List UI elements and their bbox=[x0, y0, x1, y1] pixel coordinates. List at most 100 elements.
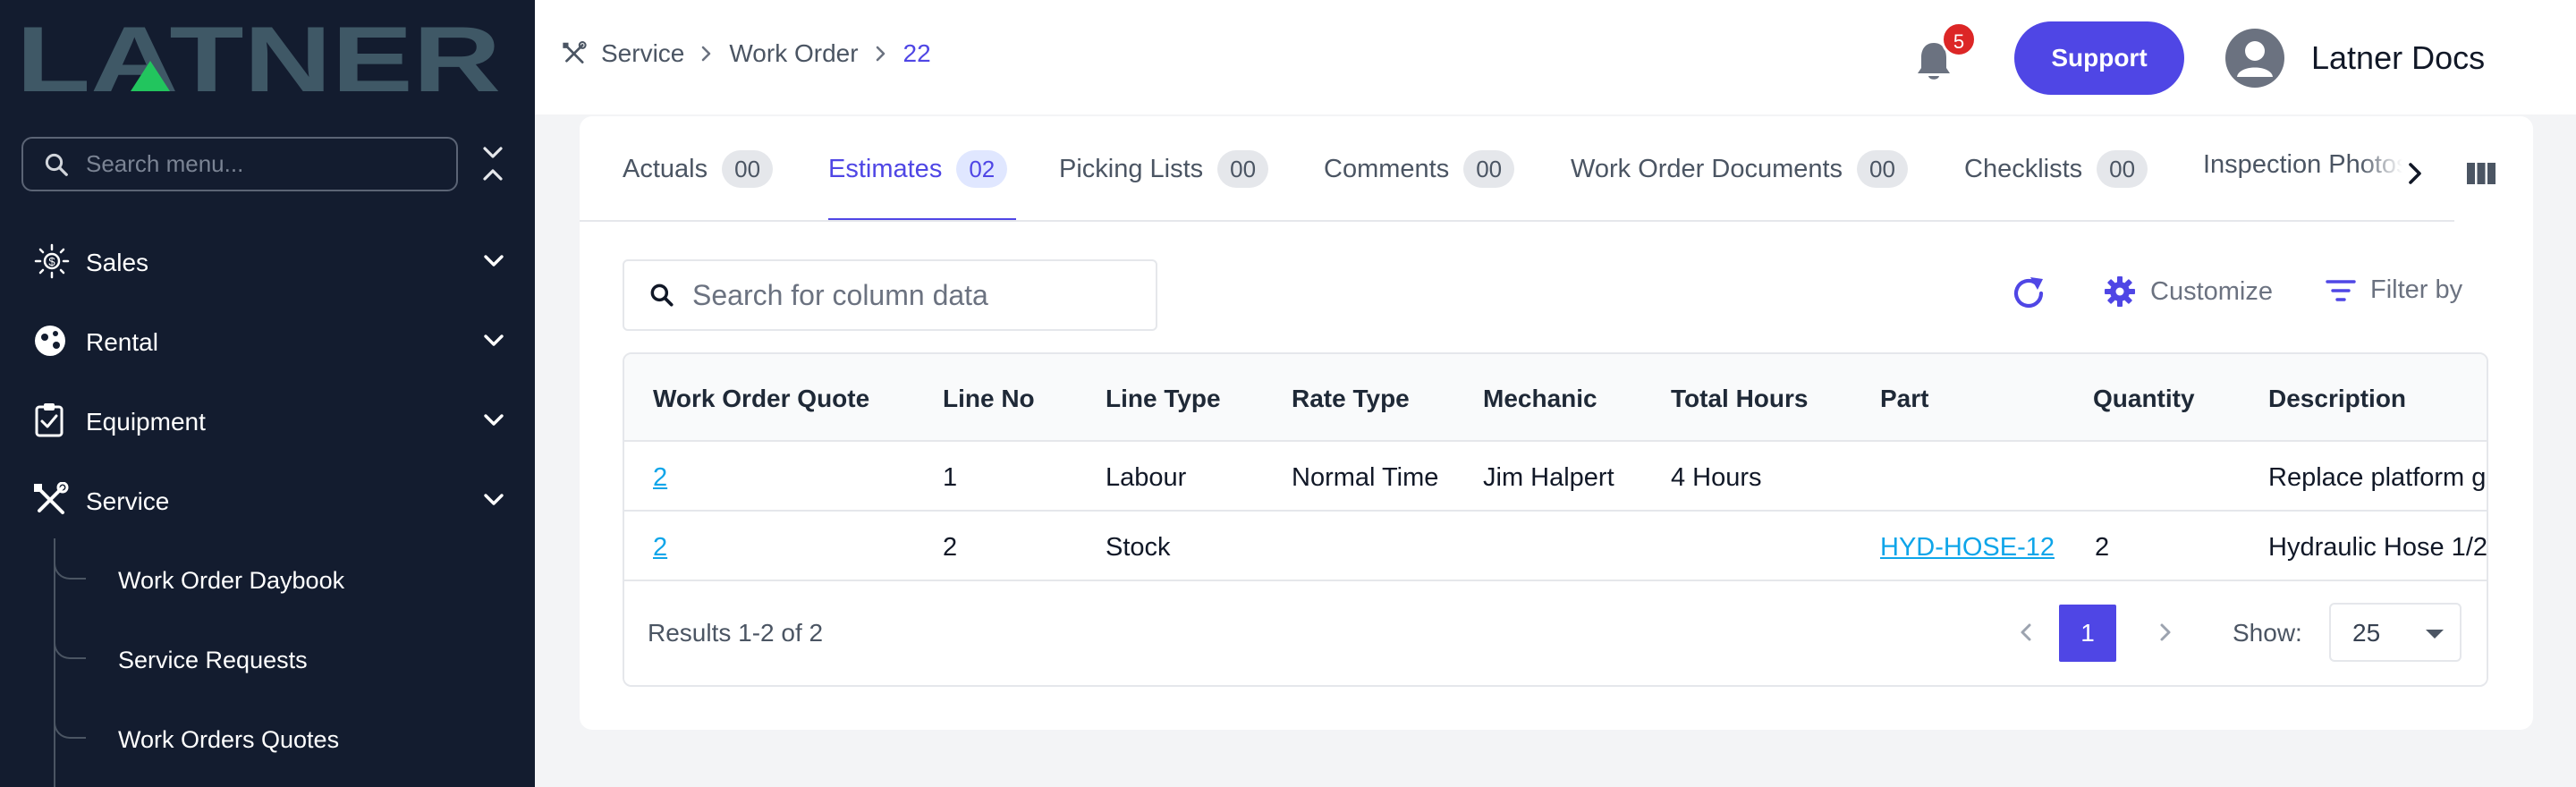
sidebar-item-service[interactable]: Service bbox=[0, 464, 535, 536]
column-header[interactable]: Work Order Quote bbox=[653, 385, 869, 413]
sidebar: LATNER $ Sales Rental bbox=[0, 0, 535, 787]
tab-actuals[interactable]: Actuals 00 bbox=[623, 150, 774, 188]
sidebar-item-rental[interactable]: Rental bbox=[0, 305, 535, 377]
part-link[interactable]: HYD-HOSE-12 bbox=[1880, 533, 2055, 563]
chevron-right-icon bbox=[876, 46, 885, 62]
tab-label: Estimates bbox=[828, 154, 943, 183]
refresh-icon[interactable] bbox=[2009, 274, 2048, 313]
results-count: Results 1-2 of 2 bbox=[648, 619, 824, 647]
user-icon bbox=[2237, 41, 2273, 77]
page-size-select[interactable]: 25 bbox=[2329, 603, 2462, 662]
column-header[interactable]: Line No bbox=[943, 385, 1035, 413]
svg-text:LATNER: LATNER bbox=[16, 21, 501, 95]
notification-badge: 5 bbox=[1941, 21, 1977, 57]
filter-label: Filter by bbox=[2370, 275, 2463, 304]
active-tab-indicator bbox=[828, 218, 1016, 220]
caret-down-icon bbox=[2426, 630, 2444, 639]
chevron-right-icon[interactable] bbox=[2402, 156, 2429, 191]
column-header[interactable]: Line Type bbox=[1106, 385, 1221, 413]
work-order-quote-link[interactable]: 2 bbox=[653, 533, 667, 563]
tab-count: 00 bbox=[2097, 150, 2148, 188]
column-header[interactable]: Rate Type bbox=[1292, 385, 1410, 413]
user-name[interactable]: Latner Docs bbox=[2311, 39, 2485, 77]
sidebar-subitem-label: Service Requests bbox=[118, 647, 308, 673]
line-no-cell: 1 bbox=[943, 463, 958, 492]
tools-icon bbox=[563, 41, 587, 63]
tab-label: Work Order Documents bbox=[1571, 154, 1843, 183]
line-type-cell: Labour bbox=[1106, 463, 1187, 492]
sidebar-subitem-label: Work Orders Quotes bbox=[118, 726, 340, 753]
customize-label: Customize bbox=[2150, 276, 2273, 306]
table-footer: Results 1-2 of 2 1 Show: 25 bbox=[624, 581, 2487, 685]
page-button-current[interactable]: 1 bbox=[2059, 605, 2116, 662]
svg-text:$: $ bbox=[48, 255, 55, 268]
tab-label: Checklists bbox=[1964, 154, 2083, 183]
tab-work-order-documents[interactable]: Work Order Documents 00 bbox=[1571, 150, 1908, 188]
column-search-input[interactable] bbox=[692, 270, 1140, 320]
line-type-cell: Stock bbox=[1106, 533, 1171, 562]
total-hours-cell: 4 Hours bbox=[1671, 463, 1762, 492]
breadcrumb-work-order[interactable]: Work Order bbox=[729, 39, 858, 68]
table-header: Work Order Quote Line No Line Type Rate … bbox=[624, 354, 2487, 442]
sidebar-item-label: Service bbox=[86, 487, 170, 515]
support-button[interactable]: Support bbox=[2014, 21, 2184, 95]
avatar[interactable] bbox=[2225, 29, 2284, 88]
tab-label: Comments bbox=[1324, 154, 1450, 183]
chevron-down-icon bbox=[484, 414, 504, 426]
columns-icon[interactable] bbox=[2463, 156, 2499, 191]
tab-comments[interactable]: Comments 00 bbox=[1324, 150, 1515, 188]
filter-button[interactable]: Filter by bbox=[2326, 275, 2462, 305]
tab-count: 00 bbox=[1217, 150, 1269, 188]
latner-logo[interactable]: LATNER bbox=[16, 21, 501, 95]
search-icon bbox=[45, 153, 68, 176]
tab-count: 00 bbox=[1463, 150, 1515, 188]
sidebar-item-label: Sales bbox=[86, 249, 149, 276]
column-header[interactable]: Mechanic bbox=[1483, 385, 1597, 413]
breadcrumb-service[interactable]: Service bbox=[601, 39, 684, 68]
sidebar-subitem-label: Work Order Daybook bbox=[118, 567, 345, 594]
work-order-card: Actuals 00 Estimates 02 Picking Lists 00… bbox=[580, 116, 2533, 730]
collapse-menu-icon[interactable] bbox=[479, 145, 506, 182]
show-label: Show: bbox=[2233, 619, 2302, 647]
tools-icon bbox=[34, 482, 69, 514]
chevron-down-icon bbox=[484, 494, 504, 505]
tab-label: Actuals bbox=[623, 154, 708, 183]
sidebar-subitem-work-orders-quotes[interactable]: Work Orders Quotes bbox=[0, 703, 535, 774]
column-search bbox=[623, 259, 1157, 331]
description-cell: Hydraulic Hose 1/2 bbox=[2268, 533, 2487, 562]
sidebar-subitem-service-requests[interactable]: Service Requests bbox=[0, 623, 535, 695]
work-order-quote-link[interactable]: 2 bbox=[653, 463, 667, 493]
column-header[interactable]: Description bbox=[2268, 385, 2406, 413]
breadcrumb-current: 22 bbox=[902, 39, 931, 67]
customize-button[interactable]: Customize bbox=[2104, 275, 2273, 308]
tab-picking-lists[interactable]: Picking Lists 00 bbox=[1059, 150, 1269, 188]
gear-icon bbox=[2105, 276, 2135, 307]
tab-count: 00 bbox=[722, 150, 774, 188]
chevron-right-icon[interactable] bbox=[2152, 619, 2179, 646]
sidebar-subitem-work-order-daybook[interactable]: Work Order Daybook bbox=[0, 544, 535, 615]
column-header[interactable]: Part bbox=[1880, 385, 1928, 413]
chevron-left-icon[interactable] bbox=[2012, 619, 2039, 646]
column-header[interactable]: Quantity bbox=[2093, 385, 2195, 413]
chevron-right-icon bbox=[702, 46, 711, 62]
tab-checklists[interactable]: Checklists 00 bbox=[1964, 150, 2148, 188]
tab-count: 02 bbox=[956, 150, 1008, 188]
sidebar-item-label: Equipment bbox=[86, 408, 206, 436]
sidebar-item-equipment[interactable]: Equipment bbox=[0, 385, 535, 456]
tab-estimates[interactable]: Estimates 02 bbox=[828, 150, 1008, 188]
tab-count: 00 bbox=[1857, 150, 1908, 188]
top-bar: Service Work Order 22 5 Support Latner D… bbox=[535, 0, 2576, 114]
sidebar-item-sales[interactable]: $ Sales bbox=[0, 225, 535, 297]
page-size-value: 25 bbox=[2352, 619, 2381, 647]
chevron-down-icon bbox=[484, 334, 504, 346]
tab-bar: Actuals 00 Estimates 02 Picking Lists 00… bbox=[580, 116, 2454, 222]
menu-search-input[interactable] bbox=[86, 139, 444, 190]
filter-icon bbox=[2326, 279, 2356, 301]
clipboard-icon bbox=[35, 403, 64, 437]
table-row[interactable]: 2 2 Stock HYD-HOSE-12 2 Hydraulic Hose 1… bbox=[624, 512, 2487, 581]
table-row[interactable]: 2 1 Labour Normal Time Jim Halpert 4 Hou… bbox=[624, 442, 2487, 512]
rate-type-cell: Normal Time bbox=[1292, 463, 1439, 492]
sales-icon: $ bbox=[34, 243, 70, 279]
quantity-cell: 2 bbox=[2095, 533, 2110, 562]
column-header[interactable]: Total Hours bbox=[1671, 385, 1808, 413]
